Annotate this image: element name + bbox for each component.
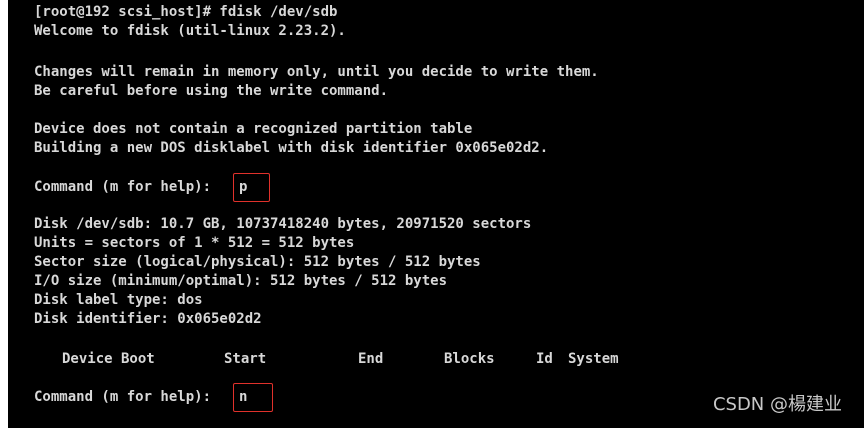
command-input-1[interactable]: p xyxy=(233,173,270,202)
changes-warning-line: Changes will remain in memory only, unti… xyxy=(34,64,599,80)
column-blocks: Blocks xyxy=(444,351,495,367)
csdn-watermark: CSDN @楊建业 xyxy=(712,394,842,415)
column-id: Id xyxy=(536,351,553,367)
column-start: Start xyxy=(224,351,267,367)
dos-disklabel-line: Building a new DOS disklabel with disk i… xyxy=(34,140,549,156)
terminal-window[interactable]: [root@192 scsi_host]# fdisk /dev/sdb Wel… xyxy=(8,0,864,428)
partition-table-header: Device Boot Start End Blocks Id System xyxy=(34,351,734,367)
column-system: System xyxy=(568,351,619,367)
disk-label-type-line: Disk label type: dos xyxy=(34,292,203,308)
command-input-2[interactable]: n xyxy=(233,383,273,412)
no-partition-table-line: Device does not contain a recognized par… xyxy=(34,121,473,137)
command-prompt-1: Command (m for help): xyxy=(34,179,212,195)
disk-identifier-line: Disk identifier: 0x065e02d2 xyxy=(34,311,262,327)
units-line: Units = sectors of 1 * 512 = 512 bytes xyxy=(34,235,355,251)
column-end: End xyxy=(358,351,384,367)
disk-size-line: Disk /dev/sdb: 10.7 GB, 10737418240 byte… xyxy=(34,216,532,232)
careful-warning-line: Be careful before using the write comman… xyxy=(34,83,389,99)
column-device-boot: Device Boot xyxy=(62,351,155,367)
sector-size-line: Sector size (logical/physical): 512 byte… xyxy=(34,254,481,270)
io-size-line: I/O size (minimum/optimal): 512 bytes / … xyxy=(34,273,448,289)
command-prompt-2: Command (m for help): xyxy=(34,389,212,405)
shell-command-line: [root@192 scsi_host]# fdisk /dev/sdb xyxy=(34,4,338,20)
welcome-line: Welcome to fdisk (util-linux 2.23.2). xyxy=(34,23,346,39)
